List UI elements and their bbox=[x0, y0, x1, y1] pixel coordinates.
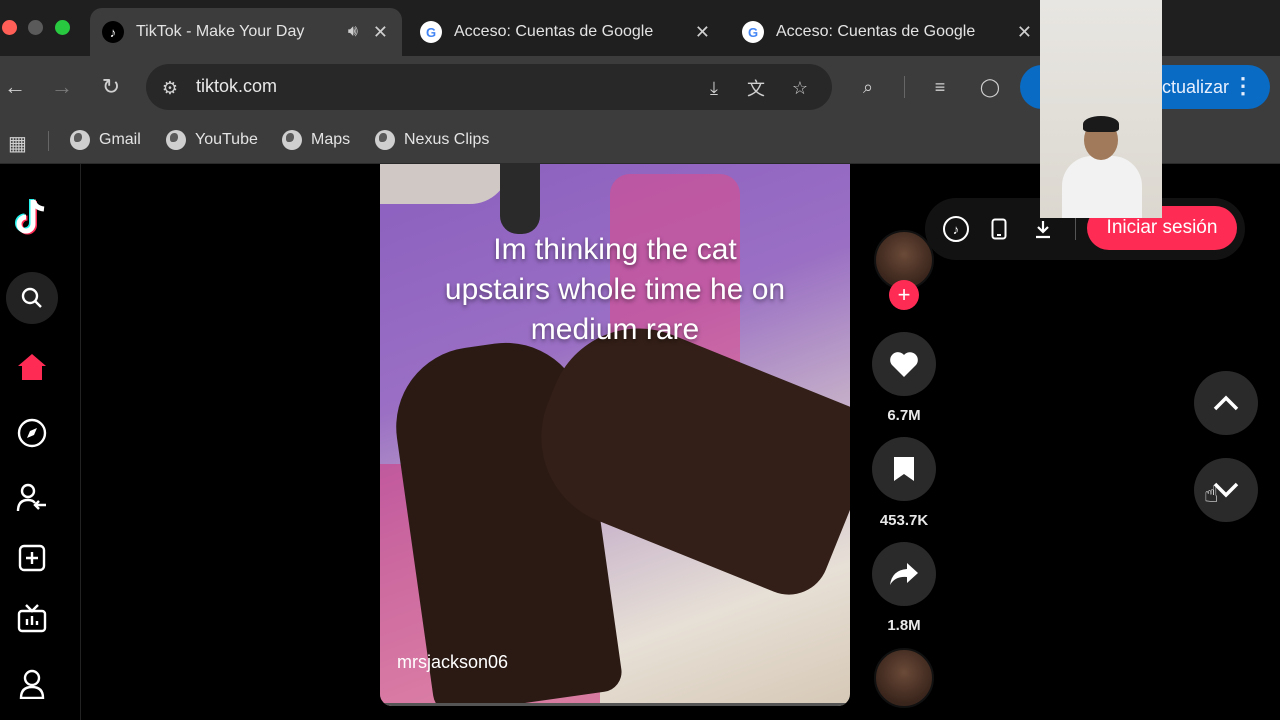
phone-icon[interactable] bbox=[986, 216, 1012, 242]
apps-grid-icon[interactable]: ▦ bbox=[8, 131, 27, 156]
webcam-person-shirt bbox=[1062, 156, 1142, 218]
save-count: 453.7K bbox=[879, 512, 929, 529]
bookmark-label: Gmail bbox=[99, 131, 141, 148]
media-queue-icon[interactable]: ≡ bbox=[926, 73, 954, 101]
tab-title: TikTok - Make Your Day bbox=[136, 23, 305, 40]
globe-icon bbox=[70, 130, 90, 150]
reload-icon[interactable]: ↻ bbox=[96, 72, 126, 102]
more-options-icon[interactable]: ⋮ bbox=[1232, 73, 1254, 99]
webcam-person-hair bbox=[1083, 116, 1119, 132]
minimize-window-button[interactable] bbox=[28, 20, 43, 35]
tab-search-icon[interactable]: ⌕ bbox=[854, 73, 882, 101]
bookmark-maps[interactable]: Maps bbox=[282, 130, 350, 150]
update-label: ctualizar bbox=[1162, 77, 1230, 97]
search-icon[interactable] bbox=[6, 272, 58, 324]
back-arrow-icon[interactable]: ← bbox=[0, 72, 30, 102]
star-icon[interactable]: ☆ bbox=[788, 76, 812, 100]
like-button[interactable] bbox=[872, 332, 936, 396]
bookmark-button[interactable] bbox=[872, 437, 936, 501]
close-tab-icon[interactable]: ✕ bbox=[373, 22, 388, 43]
site-settings-icon[interactable]: ⚙︎ bbox=[158, 76, 182, 100]
video-caption: Im thinking the cat upstairs whole time … bbox=[444, 233, 786, 346]
globe-icon bbox=[282, 130, 302, 150]
maximize-window-button[interactable] bbox=[55, 20, 70, 35]
video-scene-element bbox=[500, 164, 540, 234]
webcam-overlay bbox=[1040, 0, 1162, 218]
close-tab-icon[interactable]: ✕ bbox=[695, 22, 710, 43]
bookmark-gmail[interactable]: Gmail bbox=[70, 130, 141, 150]
floating-bar-divider bbox=[1075, 218, 1076, 240]
bookmark-youtube[interactable]: YouTube bbox=[166, 130, 258, 150]
share-button[interactable] bbox=[872, 542, 936, 606]
tab-title: Acceso: Cuentas de Google bbox=[454, 23, 654, 40]
speaker-icon[interactable]: 🔊︎ bbox=[348, 23, 358, 41]
google-icon: G bbox=[420, 21, 442, 43]
home-icon[interactable] bbox=[12, 347, 52, 387]
tiktok-circle-icon[interactable]: ♪ bbox=[943, 216, 969, 242]
bookmark-label: Maps bbox=[311, 131, 351, 148]
close-window-button[interactable] bbox=[2, 20, 17, 35]
live-tv-icon[interactable] bbox=[12, 598, 52, 638]
video-player[interactable]: Im thinking the cat upstairs whole time … bbox=[380, 164, 850, 706]
side-navigation bbox=[0, 164, 81, 720]
globe-icon bbox=[166, 130, 186, 150]
tiktok-icon: ♪ bbox=[102, 21, 124, 43]
like-count: 6.7M bbox=[887, 407, 921, 424]
bookmark-nexus-clips[interactable]: Nexus Clips bbox=[375, 130, 489, 150]
install-app-icon[interactable]: ⤓ bbox=[702, 76, 726, 100]
tab-tiktok[interactable]: ♪ TikTok - Make Your Day 🔊︎ ✕ bbox=[90, 8, 402, 56]
tab-google-2[interactable]: G Acceso: Cuentas de Google ✕ bbox=[730, 8, 1046, 56]
bookmark-divider bbox=[48, 131, 49, 151]
address-bar[interactable]: ⚙︎ tiktok.com ⤓ 文 ☆ bbox=[146, 64, 832, 110]
url-text[interactable]: tiktok.com bbox=[196, 76, 277, 97]
toolbar-divider bbox=[904, 76, 905, 98]
following-icon[interactable] bbox=[12, 478, 52, 518]
profile-icon[interactable] bbox=[12, 664, 52, 704]
upload-icon[interactable] bbox=[12, 538, 52, 578]
translate-icon[interactable]: 文 bbox=[744, 76, 768, 100]
video-author[interactable]: mrsjackson06 bbox=[397, 652, 508, 673]
forward-arrow-icon[interactable]: → bbox=[47, 72, 77, 102]
globe-icon bbox=[375, 130, 395, 150]
close-tab-icon[interactable]: ✕ bbox=[1017, 22, 1032, 43]
follow-plus-icon[interactable]: + bbox=[889, 280, 919, 310]
previous-video-button[interactable] bbox=[1194, 371, 1258, 435]
video-progress-bar[interactable] bbox=[380, 703, 850, 706]
sound-disc-avatar[interactable] bbox=[874, 648, 934, 708]
bookmark-label: YouTube bbox=[195, 131, 258, 148]
tiktok-page: Im thinking the cat upstairs whole time … bbox=[0, 164, 1280, 720]
tab-title: Acceso: Cuentas de Google bbox=[776, 23, 976, 40]
profile-icon[interactable]: ◯ bbox=[976, 73, 1004, 101]
explore-compass-icon[interactable] bbox=[12, 413, 52, 453]
tiktok-logo-icon[interactable] bbox=[12, 198, 52, 238]
share-count: 1.8M bbox=[887, 617, 921, 634]
video-scene-element bbox=[380, 164, 510, 204]
hand-cursor-icon: ☝︎ bbox=[1204, 481, 1219, 508]
bookmark-label: Nexus Clips bbox=[404, 131, 490, 148]
download-icon[interactable] bbox=[1030, 216, 1056, 242]
google-icon: G bbox=[742, 21, 764, 43]
tab-google-1[interactable]: G Acceso: Cuentas de Google ✕ bbox=[408, 8, 724, 56]
